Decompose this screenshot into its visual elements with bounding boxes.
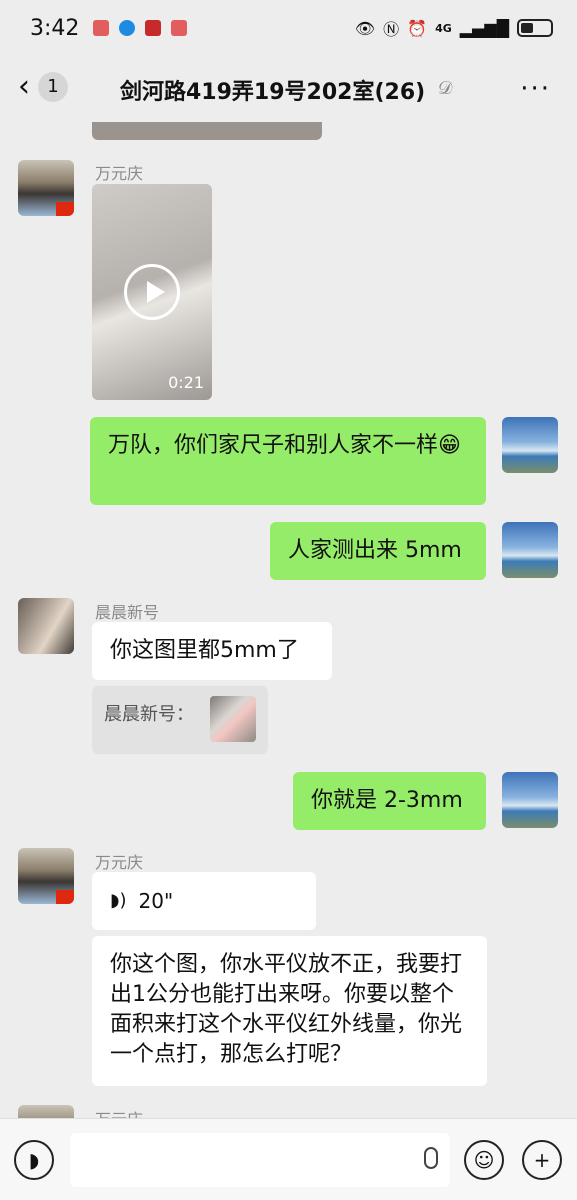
sender-name: 晨晨新号	[95, 603, 160, 622]
app-notification-icon	[171, 20, 188, 36]
battery-icon	[517, 19, 553, 37]
signal-icon: ▂▄▆█	[459, 18, 509, 38]
avatar[interactable]	[502, 417, 558, 473]
message-bubble[interactable]: 你这图里都5mm了	[92, 622, 332, 680]
system-icons: 👁 Ⓝ ⏰ 4G ▂▄▆█	[355, 16, 553, 40]
play-icon[interactable]	[124, 264, 180, 320]
quoted-image-thumbnail	[210, 696, 256, 742]
flag-icon	[56, 890, 74, 904]
flag-icon	[56, 202, 74, 216]
quoted-sender: 晨晨新号：	[104, 704, 194, 725]
sender-name: 万元庆	[95, 164, 144, 183]
avatar[interactable]	[502, 522, 558, 578]
unread-count-badge: 1	[38, 72, 68, 102]
message-bubble[interactable]: 人家测出来 5mm	[270, 522, 486, 580]
message-list[interactable]: 万元庆 0:21 万队，你们家尺子和别人家不一样😁 人家测出来 5mm 晨晨新号…	[0, 122, 577, 1118]
chat-title: 剑河路419弄19号202室(26)	[120, 80, 426, 105]
mic-icon[interactable]	[424, 1147, 438, 1169]
avatar[interactable]	[18, 598, 74, 654]
back-button[interactable]: ‹ 1	[18, 72, 68, 102]
notification-icons	[93, 20, 188, 36]
chat-header: ‹ 1 剑河路419弄19号202室(26) 𝒟 ···	[0, 56, 577, 122]
message-bubble[interactable]: 万队，你们家尺子和别人家不一样😁	[90, 417, 486, 505]
alarm-icon: ⏰	[407, 18, 428, 38]
sender-name: 万元庆	[95, 853, 144, 872]
avatar[interactable]	[18, 1105, 74, 1118]
more-icon[interactable]: ···	[520, 74, 551, 104]
voice-message[interactable]: ◗) 20"	[92, 872, 316, 930]
network-label: 4G	[435, 21, 452, 35]
back-icon: ‹	[18, 69, 30, 104]
app-notification-icon	[93, 20, 110, 36]
image-message[interactable]	[92, 122, 322, 140]
message-notification-icon	[119, 20, 136, 36]
message-bubble[interactable]: 你这个图，你水平仪放不正，我要打出1公分也能打出来呀。你要以整个面积来打这个水平…	[92, 936, 487, 1086]
plus-icon[interactable]: +	[522, 1140, 562, 1180]
message-input[interactable]	[70, 1133, 450, 1187]
avatar[interactable]	[502, 772, 558, 828]
eye-icon: 👁	[354, 18, 376, 38]
avatar[interactable]	[18, 848, 74, 904]
emoji-icon[interactable]: ☺	[464, 1140, 504, 1180]
input-bar: ◗ ☺ +	[0, 1118, 577, 1200]
status-bar: 3:42 👁 Ⓝ ⏰ 4G ▂▄▆█	[0, 0, 577, 56]
message-bubble[interactable]: 你就是 2-3mm	[293, 772, 486, 830]
status-time: 3:42	[30, 15, 80, 41]
voice-duration: 20"	[138, 889, 174, 913]
ear-icon: 𝒟	[438, 78, 453, 99]
nfc-icon: Ⓝ	[383, 20, 400, 39]
sender-name: 万元庆	[95, 1106, 143, 1118]
voice-input-icon[interactable]: ◗	[14, 1140, 54, 1180]
video-duration: 0:21	[168, 373, 204, 392]
video-message[interactable]: 0:21	[92, 184, 212, 400]
app-notification-icon	[145, 20, 162, 36]
quoted-message[interactable]: 晨晨新号：	[92, 686, 268, 754]
avatar[interactable]	[18, 160, 74, 216]
voice-icon: ◗)	[110, 890, 127, 911]
